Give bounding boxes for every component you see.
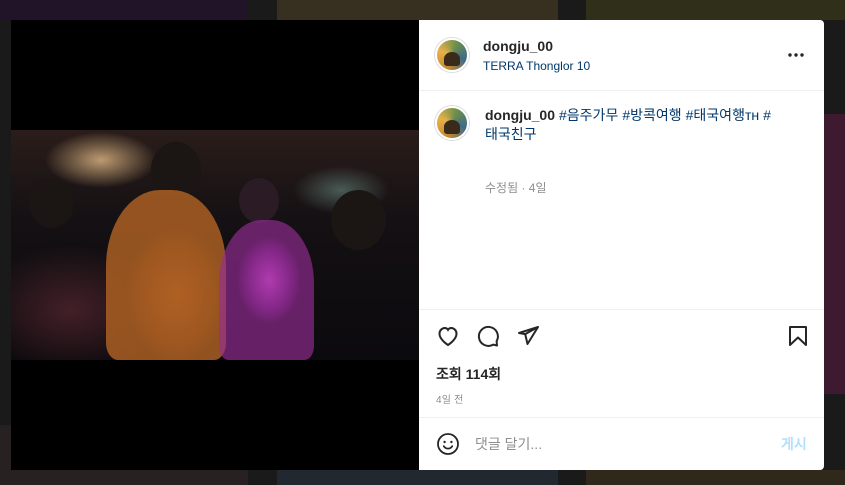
- hashtag-link[interactable]: #태국여행ᴛʜ: [686, 107, 759, 123]
- save-button[interactable]: [786, 324, 812, 350]
- post-location[interactable]: TERRA Thonglor 10: [483, 59, 590, 73]
- caption-username[interactable]: dongju_00: [485, 107, 555, 123]
- comment-composer: 게시: [419, 417, 824, 470]
- heart-icon: [438, 326, 458, 347]
- caption-avatar[interactable]: [435, 106, 469, 140]
- caption-section: dongju_00 #음주가무 #방콕여행 #태국여행ᴛʜ # 태국친구 수정됨 · 4일: [419, 91, 824, 309]
- author-avatar[interactable]: [435, 38, 469, 72]
- send-icon: [518, 326, 539, 345]
- caption-meta: 수정됨 · 4일: [485, 181, 547, 195]
- view-count[interactable]: 조회 114회: [436, 364, 501, 384]
- post-header: dongju_00 TERRA Thonglor 10: [419, 20, 824, 91]
- emoji-button[interactable]: [436, 432, 460, 456]
- bookmark-icon: [789, 326, 807, 346]
- post-comment-button[interactable]: 게시: [781, 434, 807, 454]
- comment-button[interactable]: [476, 324, 502, 350]
- hashtag-link[interactable]: #방콕여행: [622, 107, 681, 123]
- emoji-smile-icon: [437, 433, 459, 455]
- hashtag-link[interactable]: 태국친구: [485, 126, 537, 142]
- post-date[interactable]: 4일 전: [436, 391, 464, 406]
- more-options-button[interactable]: [783, 44, 809, 66]
- comment-input[interactable]: [475, 432, 755, 456]
- post-caption: dongju_00 #음주가무 #방콕여행 #태국여행ᴛʜ # 태국친구: [485, 106, 795, 144]
- comment-bubble-icon: [477, 325, 499, 347]
- like-button[interactable]: [436, 324, 462, 350]
- hashtag-link[interactable]: #: [763, 107, 771, 123]
- post-media[interactable]: [11, 20, 419, 470]
- share-button[interactable]: [516, 324, 542, 350]
- author-username[interactable]: dongju_00: [483, 38, 553, 54]
- post-actions: 조회 114회 4일 전: [419, 309, 824, 417]
- post-details-panel: dongju_00 TERRA Thonglor 10 dongju_00 #음주…: [419, 20, 824, 470]
- hashtag-link[interactable]: #음주가무: [559, 107, 618, 123]
- post-video[interactable]: [11, 130, 419, 360]
- more-horizontal-icon: [788, 53, 804, 57]
